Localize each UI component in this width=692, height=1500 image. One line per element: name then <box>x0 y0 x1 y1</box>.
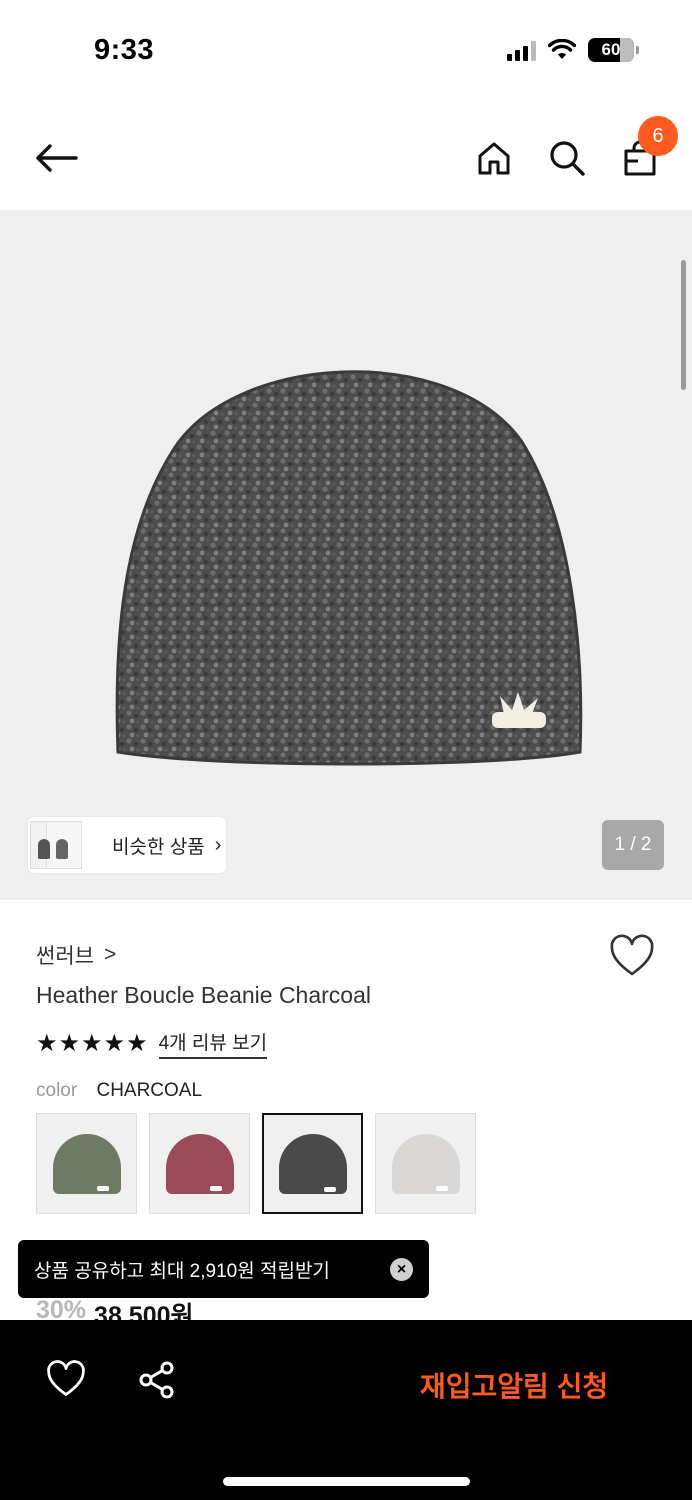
cellular-signal-icon <box>507 39 536 61</box>
back-button[interactable] <box>30 132 82 184</box>
swatch-beanie-image <box>165 1133 234 1194</box>
brand-patch-icon <box>97 1186 109 1191</box>
chevron-right-icon: > <box>103 943 117 966</box>
color-swatch-olive[interactable] <box>36 1113 137 1214</box>
bottom-favorite-button[interactable] <box>45 1360 89 1404</box>
status-time: 9:33 <box>94 34 155 66</box>
wifi-icon <box>548 39 576 59</box>
status-bar: 9:33 60 <box>0 0 692 100</box>
color-label: color <box>36 1080 78 1101</box>
restock-alert-button[interactable]: 재입고알림 신청 <box>420 1365 608 1405</box>
similar-products-button[interactable]: 비슷한 상품 › <box>28 817 226 873</box>
cart-count-badge: 6 <box>638 116 678 156</box>
brand-name: 썬러브 <box>36 945 94 968</box>
review-link[interactable]: 4개 리뷰 보기 <box>158 1028 268 1059</box>
heart-icon <box>47 1360 85 1396</box>
rating-row: ★★★★★ 4개 리뷰 보기 <box>36 1028 268 1059</box>
color-swatches <box>36 1113 476 1214</box>
share-icon <box>139 1361 174 1399</box>
brand-link[interactable]: 썬러브 > <box>36 940 116 970</box>
arrow-left-icon <box>36 144 78 172</box>
home-icon <box>478 142 510 175</box>
home-button[interactable] <box>468 132 520 184</box>
image-scroll-indicator <box>681 260 686 390</box>
image-pager: 1 / 2 <box>602 820 664 870</box>
similar-products-label: 비슷한 상품 <box>112 836 205 858</box>
product-image <box>115 370 583 766</box>
favorite-button[interactable] <box>608 934 658 984</box>
similar-products-thumbnail <box>28 817 92 873</box>
battery-icon: 60 <box>588 38 639 62</box>
chevron-right-icon: › <box>214 833 222 856</box>
battery-level: 60 <box>601 40 621 59</box>
toast-text: 상품 공유하고 최대 2,910원 적립받기 <box>34 1260 330 1282</box>
home-indicator <box>223 1477 470 1486</box>
heart-icon <box>610 934 654 976</box>
share-button[interactable] <box>137 1360 181 1404</box>
swatch-beanie-image <box>391 1133 460 1194</box>
color-swatch-berry[interactable] <box>149 1113 250 1214</box>
swatch-beanie-image <box>52 1133 121 1194</box>
rating-stars: ★★★★★ <box>36 1030 149 1057</box>
search-icon <box>550 141 585 176</box>
close-icon[interactable]: × <box>390 1258 413 1281</box>
color-swatch-charcoal[interactable] <box>262 1113 363 1214</box>
brand-patch-icon <box>436 1186 448 1191</box>
color-row: color CHARCOAL <box>36 1080 202 1102</box>
color-swatch-light-grey[interactable] <box>375 1113 476 1214</box>
product-title: Heather Boucle Beanie Charcoal <box>36 982 371 1008</box>
swatch-beanie-image <box>278 1133 347 1194</box>
bottom-action-bar: 재입고알림 신청 <box>0 1320 692 1500</box>
share-reward-toast: 상품 공유하고 최대 2,910원 적립받기 × <box>18 1240 429 1298</box>
product-image-carousel[interactable]: 비슷한 상품 › 1 / 2 <box>0 210 692 900</box>
status-icons: 60 <box>507 38 639 62</box>
brand-patch-icon <box>324 1187 336 1192</box>
top-nav <box>0 110 692 206</box>
color-value: CHARCOAL <box>96 1080 203 1101</box>
search-button[interactable] <box>541 132 593 184</box>
brand-patch-icon <box>210 1186 222 1191</box>
